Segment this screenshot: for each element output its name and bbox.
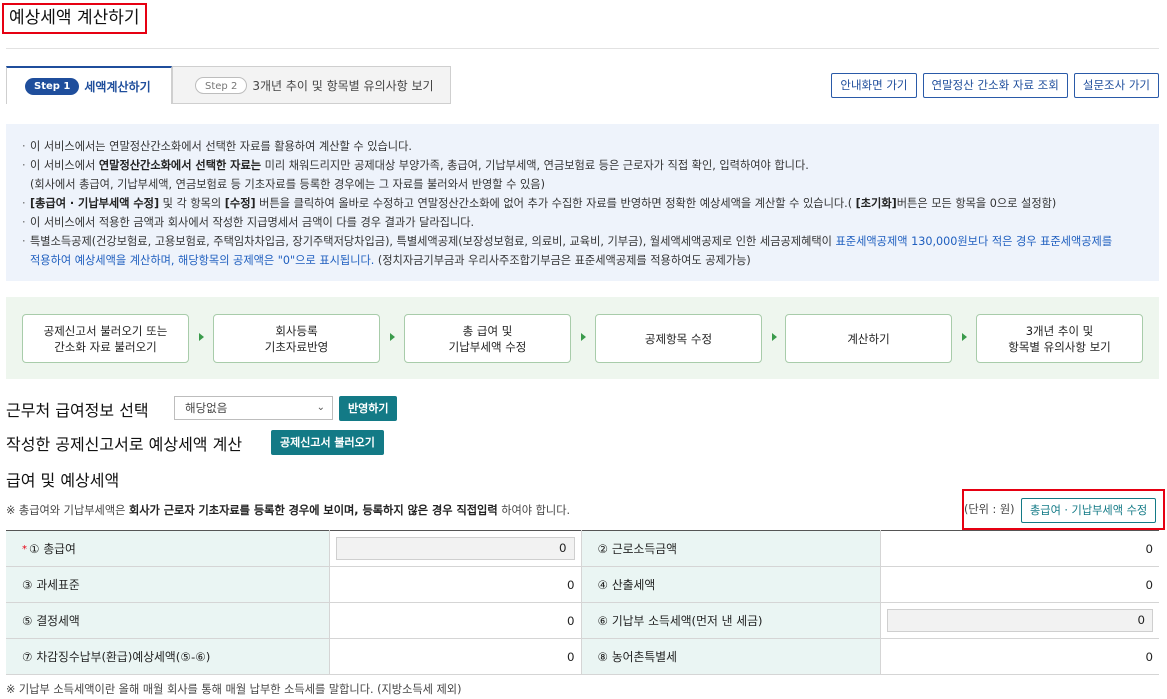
table-label: ⑦ 차감징수납부(환급)예상세액(⑤-⑥) [6, 638, 330, 675]
flow-step-load: 공제신고서 불러오기 또는 간소화 자료 불러오기 [22, 314, 189, 363]
title-divider [6, 48, 1159, 49]
workplace-select-value: 해당없음 [185, 401, 228, 415]
guide-page-button[interactable]: 안내화면 가기 [831, 73, 917, 98]
arrow-right-icon [390, 333, 395, 341]
page-title: 예상세액 계산하기 [2, 3, 147, 34]
arrow-right-icon [772, 333, 777, 341]
result-table: * ① 총급여 0 ② 근로소득금액 0 ③ 과세표준 0 ④ 산출세액 0 ⑤ … [6, 530, 1159, 675]
table-value: 0 [329, 602, 581, 639]
apply-button[interactable]: 반영하기 [339, 396, 398, 421]
step2-badge: Step 2 [195, 76, 248, 94]
table-value: 0 [329, 530, 581, 567]
tab-underline [172, 103, 451, 104]
tab-step2[interactable]: Step 2 3개년 추이 및 항목별 유의사항 보기 [172, 66, 451, 104]
info-line: (회사에서 총급여, 기납부세액, 연금보험료 등 기초자료를 등록한 경우에는… [30, 178, 545, 191]
info-line: 적용하여 예상세액을 계산하며, 해당항목의 공제액은 "0"으로 표시됩니다.… [30, 254, 751, 267]
unit-label: (단위 : 원) [964, 503, 1015, 516]
prepaid-tax-input[interactable]: 0 [886, 609, 1153, 632]
total-salary-input[interactable]: 0 [335, 537, 575, 560]
chevron-down-icon: ⌄ [316, 402, 325, 413]
info-line: 이 서비스에서 적용한 금액과 회사에서 작성한 지급명세서 금액이 다를 경우… [22, 213, 1141, 232]
tab-step2-label: 3개년 추이 및 항목별 유의사항 보기 [252, 78, 434, 93]
workplace-heading: 근무처 급여정보 선택 [6, 401, 149, 420]
table-value: 0 [880, 530, 1159, 567]
arrow-right-icon [199, 333, 204, 341]
table-value: 0 [329, 566, 581, 603]
table-row: ③ 과세표준 0 ④ 산출세액 0 [6, 566, 1159, 603]
tab-step1-label: 세액계산하기 [84, 79, 151, 94]
flow-step-salary-edit: 총 급여 및 기납부세액 수정 [404, 314, 571, 363]
info-line: 이 서비스에서 연말정산간소화에서 선택한 자료는 미리 채워드리지만 공제대상… [22, 156, 1141, 175]
table-label: ⑤ 결정세액 [6, 602, 330, 639]
table-value: 0 [880, 566, 1159, 603]
flow-step-calculate: 계산하기 [785, 314, 952, 363]
process-flow: 공제신고서 불러오기 또는 간소화 자료 불러오기 회사등록 기초자료반영 총 … [6, 297, 1159, 379]
info-line: 특별소득공제(건강보험료, 고용보험료, 주택임차차입금, 장기주택저당차입금)… [22, 232, 1141, 251]
table-value: 0 [880, 602, 1159, 639]
arrow-right-icon [962, 333, 967, 341]
table-label: ③ 과세표준 [6, 566, 330, 603]
table-label: ④ 산출세액 [580, 566, 881, 603]
salary-note: ※ 총급여와 기납부세액은 회사가 근로자 기초자료를 등록한 경우에 보이며,… [6, 504, 571, 517]
step-tabs: Step 1 세액계산하기 Step 2 3개년 추이 및 항목별 유의사항 보… [6, 66, 451, 104]
top-button-group: 안내화면 가기 연말정산 간소화 자료 조회 설문조사 가기 [831, 73, 1159, 98]
declaration-heading: 작성한 공제신고서로 예상세액 계산 [6, 435, 243, 454]
table-row: * ① 총급여 0 ② 근로소득금액 0 [6, 530, 1159, 567]
workplace-select[interactable]: 해당없음 ⌄ [174, 396, 333, 420]
table-label: ⑧ 농어촌특별세 [580, 638, 881, 675]
table-label: ② 근로소득금액 [580, 530, 881, 567]
table-row: ⑤ 결정세액 0 ⑥ 기납부 소득세액(먼저 낸 세금) 0 [6, 602, 1159, 639]
load-declaration-button[interactable]: 공제신고서 불러오기 [271, 430, 384, 455]
info-line: [총급여 · 기납부세액 수정] 및 각 항목의 [수정] 버튼을 클릭하여 올… [22, 194, 1141, 213]
table-label: * ① 총급여 [6, 530, 330, 567]
survey-button[interactable]: 설문조사 가기 [1073, 73, 1159, 98]
arrow-right-icon [581, 333, 586, 341]
table-value: 0 [880, 638, 1159, 675]
salary-section-heading: 급여 및 예상세액 [6, 471, 120, 490]
info-notice-box: 이 서비스에서는 연말정산간소화에서 선택한 자료를 활용하여 계산할 수 있습… [6, 124, 1159, 281]
info-line: 이 서비스에서는 연말정산간소화에서 선택한 자료를 활용하여 계산할 수 있습… [22, 137, 1141, 156]
edit-salary-tax-button[interactable]: 총급여 · 기납부세액 수정 [1021, 498, 1157, 523]
table-value: 0 [329, 638, 581, 675]
flow-step-company-data: 회사등록 기초자료반영 [213, 314, 380, 363]
step1-badge: Step 1 [25, 77, 80, 95]
required-mark: * [22, 544, 27, 555]
flow-step-deduction-edit: 공제항목 수정 [595, 314, 762, 363]
tab-step1[interactable]: Step 1 세액계산하기 [6, 66, 172, 104]
table-row: ⑦ 차감징수납부(환급)예상세액(⑤-⑥) 0 ⑧ 농어촌특별세 0 [6, 638, 1159, 675]
simplified-data-lookup-button[interactable]: 연말정산 간소화 자료 조회 [922, 73, 1068, 98]
flow-step-trend: 3개년 추이 및 항목별 유의사항 보기 [976, 314, 1143, 363]
footnote: ※ 기납부 소득세액이란 올해 매월 회사를 통해 매월 납부한 소득세를 말합… [6, 683, 462, 696]
table-label: ⑥ 기납부 소득세액(먼저 낸 세금) [580, 602, 881, 639]
